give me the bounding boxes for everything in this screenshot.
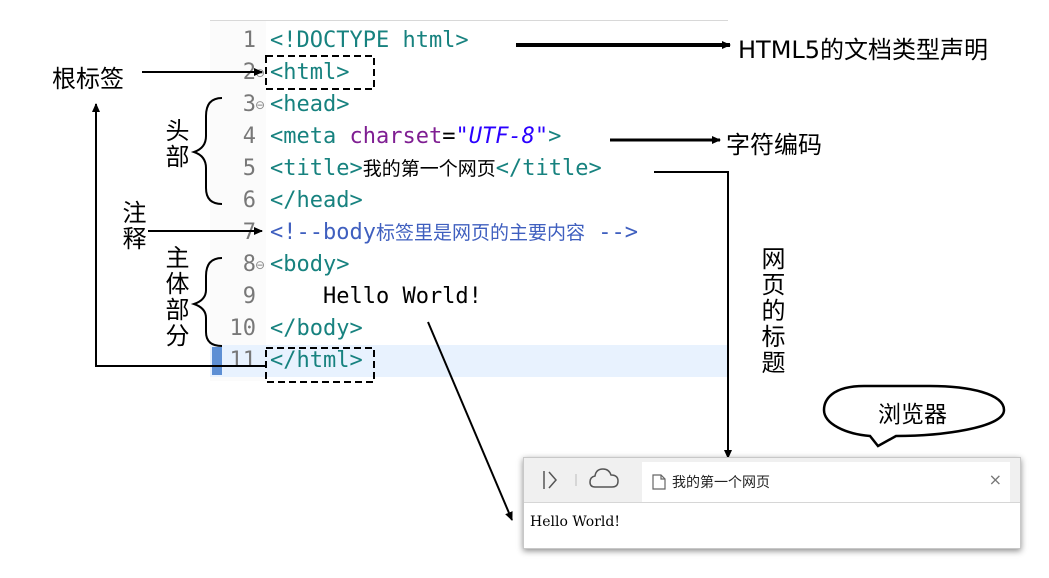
show-tabs-icon[interactable] <box>543 471 557 489</box>
html-close-dashed-box <box>265 347 375 383</box>
root-tag-loop-arrow <box>92 103 266 367</box>
html-open-dashed-box <box>265 55 375 90</box>
close-tab-icon[interactable]: × <box>989 470 1002 489</box>
browser-window: 我的第一个网页 × Hello World! <box>523 457 1021 549</box>
browser-page-content: Hello World! <box>530 514 620 530</box>
browser-tab-title: 我的第一个网页 <box>672 475 770 491</box>
browser-annotation: 浏览器 <box>878 402 947 428</box>
body-brace <box>190 257 223 347</box>
page-icon <box>652 474 666 490</box>
hello-world-arrow <box>427 321 513 521</box>
browser-toolbar-icons <box>543 468 619 489</box>
browser-tab-bar: 我的第一个网页 × <box>524 458 1020 503</box>
browser-tab[interactable]: 我的第一个网页 × <box>642 462 1010 502</box>
title-arrow <box>654 171 732 459</box>
head-brace <box>190 97 223 205</box>
cloud-icon[interactable] <box>589 468 619 488</box>
